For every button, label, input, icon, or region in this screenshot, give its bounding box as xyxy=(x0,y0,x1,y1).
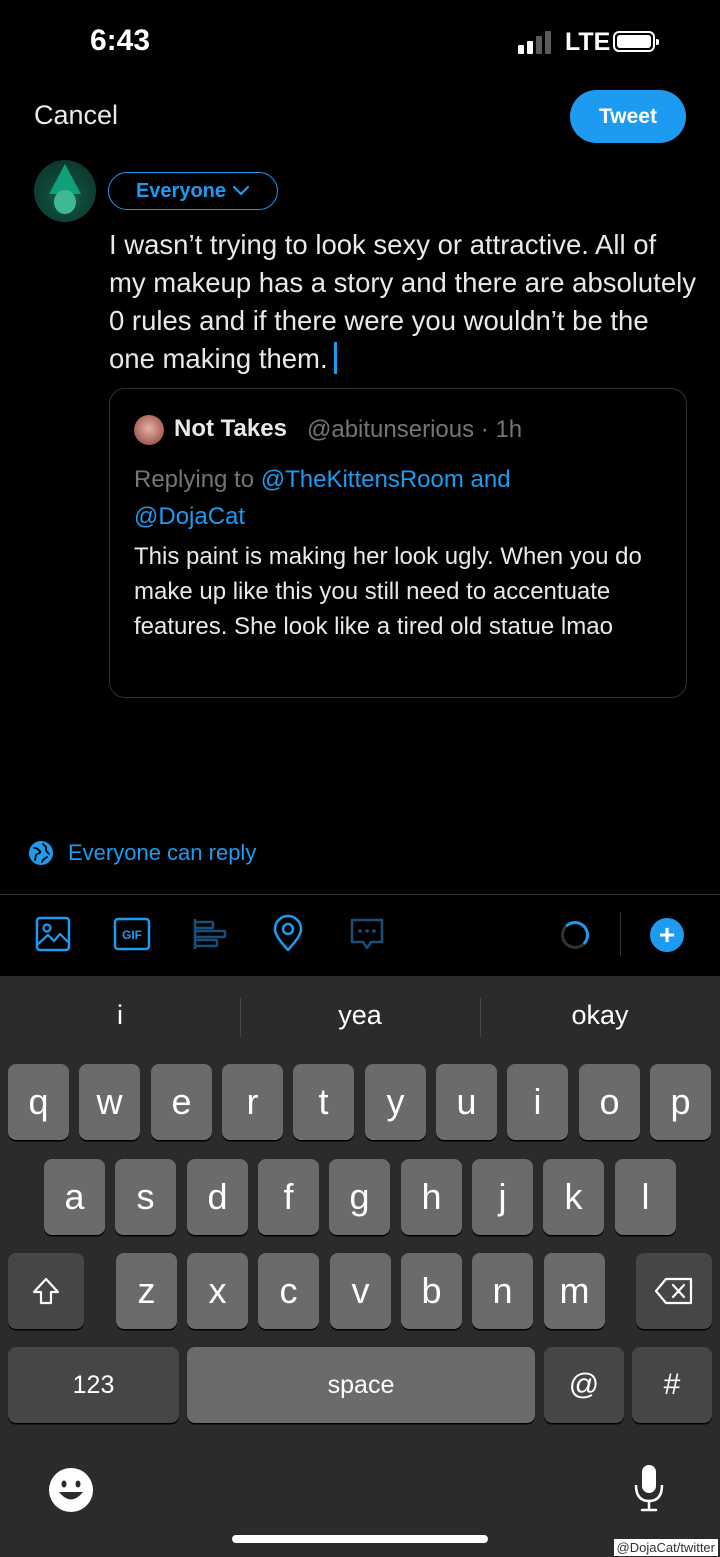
delete-key[interactable] xyxy=(636,1253,712,1329)
quoted-author-handle: @abitunserious · 1h xyxy=(307,416,523,443)
watermark: @DojaCat/twitter xyxy=(613,1539,718,1556)
poll-icon xyxy=(190,914,230,954)
add-tweet-button[interactable]: + xyxy=(650,918,684,952)
character-count-progress xyxy=(561,921,589,949)
key-f[interactable]: f xyxy=(258,1159,319,1235)
signal-strength-icon xyxy=(518,30,558,54)
key-o[interactable]: o xyxy=(579,1064,640,1140)
shift-key[interactable] xyxy=(8,1253,84,1329)
chevron-down-icon xyxy=(232,185,250,196)
key-a[interactable]: a xyxy=(44,1159,105,1235)
audience-label: Everyone xyxy=(135,179,227,202)
and-word: and xyxy=(463,466,511,493)
toolbar-divider xyxy=(620,912,621,956)
key-n[interactable]: n xyxy=(472,1253,533,1329)
at-key[interactable]: @ xyxy=(544,1347,624,1423)
quoted-tweet-body: This paint is making her look ugly. When… xyxy=(134,543,642,640)
key-s[interactable]: s xyxy=(115,1159,176,1235)
home-indicator[interactable] xyxy=(232,1535,488,1543)
key-g[interactable]: g xyxy=(329,1159,390,1235)
backspace-icon xyxy=(654,1277,693,1305)
quoted-author-name: Not Takes xyxy=(174,415,287,442)
cancel-button[interactable]: Cancel xyxy=(34,100,118,131)
key-z[interactable]: z xyxy=(116,1253,177,1329)
replying-to-line: Replying to @TheKittensRoom and @DojaCat xyxy=(134,461,664,535)
mention-link[interactable]: @DojaCat xyxy=(134,503,245,530)
network-type: LTE xyxy=(565,28,611,56)
user-avatar[interactable] xyxy=(34,160,96,222)
microphone-icon[interactable] xyxy=(632,1463,666,1513)
key-w[interactable]: w xyxy=(79,1064,140,1140)
key-c[interactable]: c xyxy=(258,1253,319,1329)
text-caret xyxy=(333,342,337,374)
key-j[interactable]: j xyxy=(472,1159,533,1235)
reply-setting-label: Everyone can reply xyxy=(68,840,257,865)
numbers-key[interactable]: 123 xyxy=(8,1347,179,1423)
emoji-icon[interactable] xyxy=(48,1467,94,1513)
key-v[interactable]: v xyxy=(330,1253,391,1329)
tweet-text: I wasn’t trying to look sexy or attracti… xyxy=(109,229,696,374)
mention-link[interactable]: @TheKittensRoom xyxy=(261,466,464,493)
key-r[interactable]: r xyxy=(222,1064,283,1140)
location-icon[interactable] xyxy=(268,914,308,954)
tweet-text-input[interactable]: I wasn’t trying to look sexy or attracti… xyxy=(109,226,699,378)
key-e[interactable]: e xyxy=(151,1064,212,1140)
key-y[interactable]: y xyxy=(365,1064,426,1140)
key-p[interactable]: p xyxy=(650,1064,711,1140)
key-i[interactable]: i xyxy=(507,1064,568,1140)
audience-selector[interactable]: Everyone xyxy=(108,172,278,210)
quoted-tweet[interactable]: Not Takes @abitunserious · 1h Replying t… xyxy=(109,388,687,698)
hash-key[interactable]: # xyxy=(632,1347,712,1423)
suggestion-1[interactable]: i xyxy=(0,1000,240,1031)
space-key[interactable]: space xyxy=(187,1347,535,1423)
replying-prefix: Replying to xyxy=(134,466,261,493)
battery-icon xyxy=(613,31,659,52)
suggestion-2[interactable]: yea xyxy=(240,1000,480,1031)
status-time: 6:43 xyxy=(90,24,151,57)
thread-icon xyxy=(347,914,387,954)
quoted-author-avatar xyxy=(134,415,164,445)
key-m[interactable]: m xyxy=(544,1253,605,1329)
key-b[interactable]: b xyxy=(401,1253,462,1329)
gif-label: GIF xyxy=(122,928,142,942)
key-h[interactable]: h xyxy=(401,1159,462,1235)
key-u[interactable]: u xyxy=(436,1064,497,1140)
tweet-button[interactable]: Tweet xyxy=(570,90,686,143)
gif-icon[interactable]: GIF xyxy=(112,914,152,954)
key-l[interactable]: l xyxy=(615,1159,676,1235)
key-k[interactable]: k xyxy=(543,1159,604,1235)
shift-icon xyxy=(32,1277,60,1305)
reply-setting-button[interactable]: Everyone can reply xyxy=(28,840,256,866)
image-icon[interactable] xyxy=(33,914,73,954)
key-d[interactable]: d xyxy=(187,1159,248,1235)
key-x[interactable]: x xyxy=(187,1253,248,1329)
key-q[interactable]: q xyxy=(8,1064,69,1140)
suggestion-3[interactable]: okay xyxy=(480,1000,720,1031)
divider xyxy=(0,894,720,895)
globe-icon xyxy=(29,841,53,865)
key-t[interactable]: t xyxy=(293,1064,354,1140)
